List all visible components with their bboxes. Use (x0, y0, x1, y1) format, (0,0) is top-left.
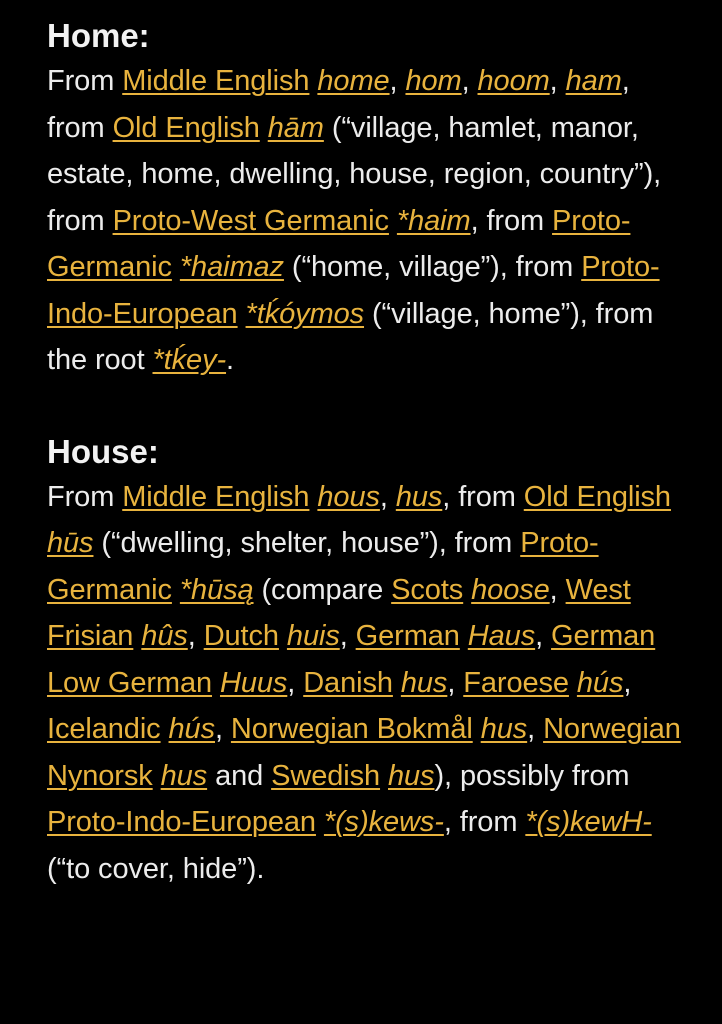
body-text (279, 620, 287, 652)
term-link[interactable]: hom (405, 65, 461, 97)
term-link[interactable]: hūs (47, 527, 94, 559)
body-text: , (461, 65, 478, 97)
language-link[interactable]: Faroese (463, 667, 569, 699)
term-link[interactable]: hus (396, 481, 443, 513)
term-link[interactable]: hús (577, 667, 624, 699)
term-link[interactable]: *hūsą (180, 574, 254, 606)
body-text: . (226, 344, 234, 376)
body-text: , (379, 480, 396, 513)
term-link[interactable]: Huus (220, 667, 287, 699)
body-text: , (187, 620, 204, 652)
body-text: and (207, 759, 272, 792)
body-text: , (623, 666, 632, 699)
body-text (172, 251, 180, 283)
body-text (460, 620, 468, 652)
term-link[interactable]: hus (161, 760, 208, 792)
term-link[interactable]: huis (287, 620, 340, 652)
body-text (389, 205, 397, 237)
body-text: , (549, 65, 566, 97)
body-text: (“to cover, hide”). (47, 852, 265, 885)
body-text: , (447, 666, 464, 699)
term-link[interactable]: hûs (141, 620, 188, 652)
body-text (153, 760, 161, 792)
etymology-page: Home: From Middle English home, hom, hoo… (0, 0, 722, 1024)
term-link[interactable]: home (317, 65, 389, 97)
body-text (316, 806, 324, 838)
language-link[interactable]: Old English (113, 112, 260, 144)
language-link[interactable]: Proto-West Germanic (113, 205, 389, 237)
term-link[interactable]: *tḱey- (153, 344, 227, 376)
term-link[interactable]: *haimaz (180, 251, 284, 283)
body-text (473, 713, 481, 745)
body-text: , (527, 713, 544, 745)
language-link[interactable]: Scots (391, 574, 463, 606)
home-heading: Home: (47, 17, 150, 54)
body-text: , (339, 620, 356, 652)
body-text: (“home, village”), from (283, 251, 582, 283)
language-link[interactable]: Dutch (204, 620, 279, 652)
body-text: , (535, 620, 552, 652)
language-link[interactable]: Danish (303, 667, 393, 699)
term-link[interactable]: hām (268, 112, 324, 144)
term-link[interactable]: hoom (478, 65, 550, 97)
body-text (161, 713, 169, 745)
language-link[interactable]: Swedish (271, 760, 380, 792)
term-link[interactable]: *(s)kewH- (525, 806, 651, 838)
body-text (238, 298, 246, 330)
body-text: (“dwelling, shelter, house”), from (93, 527, 521, 559)
language-link[interactable]: Proto-Indo-European (47, 806, 316, 838)
body-text (463, 574, 471, 606)
term-link[interactable]: *haim (397, 205, 471, 237)
term-link[interactable]: hus (388, 760, 435, 792)
body-text (569, 667, 577, 699)
term-link[interactable]: hous (317, 481, 380, 513)
body-text: , from (442, 480, 524, 513)
body-text (172, 574, 180, 606)
house-section: House: From Middle English hous, hus, fr… (47, 430, 692, 893)
language-link[interactable]: Icelandic (47, 713, 161, 745)
body-text: ), possibly from (434, 759, 630, 792)
term-link[interactable]: *(s)kews- (324, 806, 444, 838)
body-text (212, 667, 220, 699)
body-text: , from (443, 806, 526, 838)
term-link[interactable]: hús (169, 713, 216, 745)
term-link[interactable]: Haus (468, 620, 535, 652)
term-link[interactable]: hus (481, 713, 528, 745)
body-text (260, 112, 268, 144)
term-link[interactable]: hoose (471, 574, 550, 606)
body-text: From (47, 480, 123, 513)
language-link[interactable]: Middle English (122, 65, 309, 97)
language-link[interactable]: Old English (524, 481, 671, 513)
home-etymology-text: From Middle English home, hom, hoom, ham… (47, 58, 692, 384)
body-text: , from (470, 204, 553, 237)
language-link[interactable]: German (356, 620, 460, 652)
body-text (380, 760, 388, 792)
term-link[interactable]: ham (566, 65, 622, 97)
body-text: From (47, 65, 123, 97)
language-link[interactable]: Middle English (122, 481, 309, 513)
term-link[interactable]: *tḱóymos (246, 298, 365, 330)
term-link[interactable]: hus (401, 667, 448, 699)
house-heading: House: (47, 432, 159, 470)
house-etymology-text: From Middle English hous, hus, from Old … (47, 474, 692, 893)
body-text: , (549, 573, 566, 606)
home-section: Home: From Middle English home, hom, hoo… (47, 14, 692, 384)
body-text: (compare (253, 573, 392, 606)
body-text (393, 667, 401, 699)
body-text: , (389, 65, 406, 97)
language-link[interactable]: Norwegian Bokmål (231, 713, 473, 745)
body-text: , (287, 666, 304, 699)
body-text: , (215, 713, 231, 745)
